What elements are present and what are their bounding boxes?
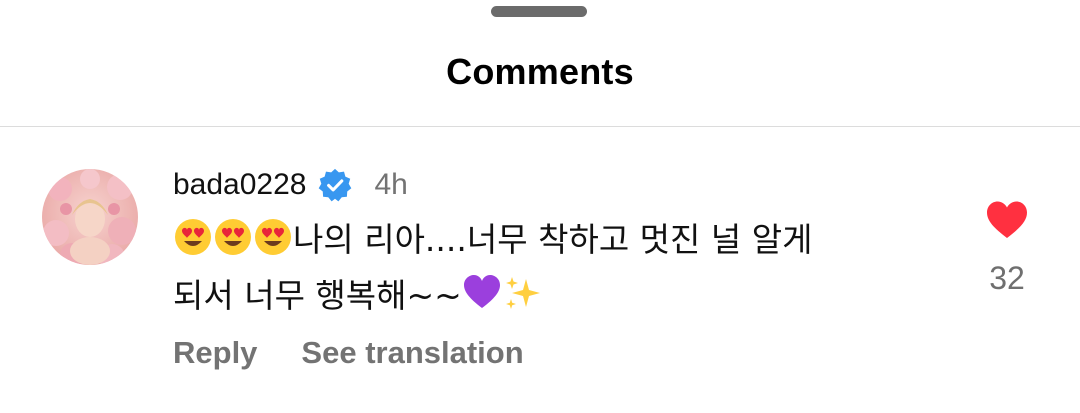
comment-text-line1: 나의 리아....너무 착하고 멋진 널 알게 [293, 220, 813, 259]
reply-button[interactable]: Reply [173, 335, 257, 371]
avatar[interactable] [42, 169, 138, 265]
drag-handle[interactable] [491, 6, 587, 17]
verified-badge-icon [318, 168, 352, 202]
avatar-image [42, 169, 138, 265]
sparkles-icon [502, 273, 542, 327]
like-area: 32 [980, 200, 1034, 297]
comments-sheet: Comments bada0228 4h 나의 리아....너무 착하고 멋진 … [0, 0, 1080, 413]
comment-actions: Reply See translation [173, 335, 524, 371]
see-translation-button[interactable]: See translation [301, 335, 523, 371]
smiling-face-with-heart-eyes-icon [253, 217, 293, 271]
comment-text: 나의 리아....너무 착하고 멋진 널 알게 되서 너무 행복해~~ [173, 215, 933, 327]
smiling-face-with-heart-eyes-icon [213, 217, 253, 271]
comment-item: bada0228 4h 나의 리아....너무 착하고 멋진 널 알게 되서 너… [0, 127, 1080, 413]
comment-meta: bada0228 4h [173, 165, 933, 205]
purple-heart-icon [462, 273, 502, 327]
page-title: Comments [446, 51, 634, 92]
like-count: 32 [989, 260, 1025, 296]
comment-content: bada0228 4h 나의 리아....너무 착하고 멋진 널 알게 되서 너… [173, 165, 933, 327]
username[interactable]: bada0228 [173, 168, 306, 202]
heart-icon[interactable] [985, 200, 1029, 240]
header: Comments [0, 30, 1080, 126]
smiling-face-with-heart-eyes-icon [173, 217, 213, 271]
comment-text-line2: 되서 너무 행복해~~ [173, 276, 462, 315]
comment-timestamp: 4h [374, 168, 408, 201]
